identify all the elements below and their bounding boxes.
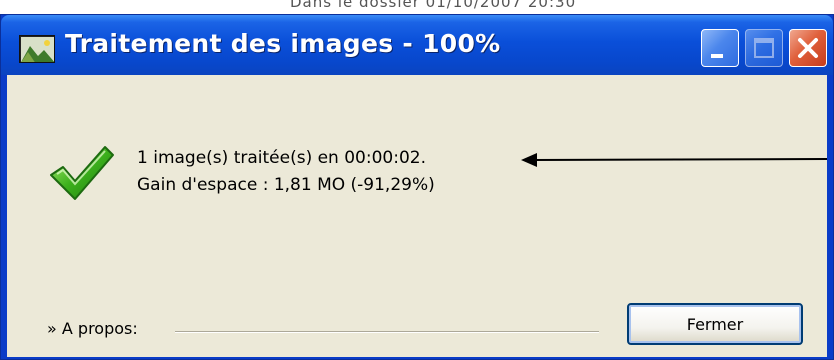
minimize-button[interactable] [701, 29, 739, 67]
close-button[interactable]: Fermer [627, 303, 803, 345]
checkmark-icon [50, 146, 114, 200]
space-gain-text: Gain d'espace : 1,81 MO (-91,29%) [137, 175, 435, 195]
minimize-icon [711, 54, 723, 58]
about-link[interactable]: » A propos: [47, 319, 138, 338]
close-icon [798, 38, 818, 58]
separator-line [175, 331, 599, 333]
maximize-button[interactable] [745, 29, 783, 67]
arrow-annotation-icon [521, 153, 827, 167]
close-window-button[interactable] [789, 29, 827, 67]
dialog-content: 1 image(s) traitée(s) en 00:00:02. Gain … [7, 75, 827, 357]
window-title: Traitement des images - 100% [65, 29, 501, 58]
close-button-label: Fermer [686, 314, 744, 334]
background-text: Dans le dossier 01/10/2007 20:30 [290, 0, 577, 11]
maximize-icon [754, 38, 774, 58]
title-bar[interactable]: Traitement des images - 100% [1, 15, 833, 75]
image-icon [19, 35, 55, 63]
dialog-window: Traitement des images - 100% 1 image(s) … [0, 14, 834, 360]
processed-count-text: 1 image(s) traitée(s) en 00:00:02. [137, 148, 426, 168]
